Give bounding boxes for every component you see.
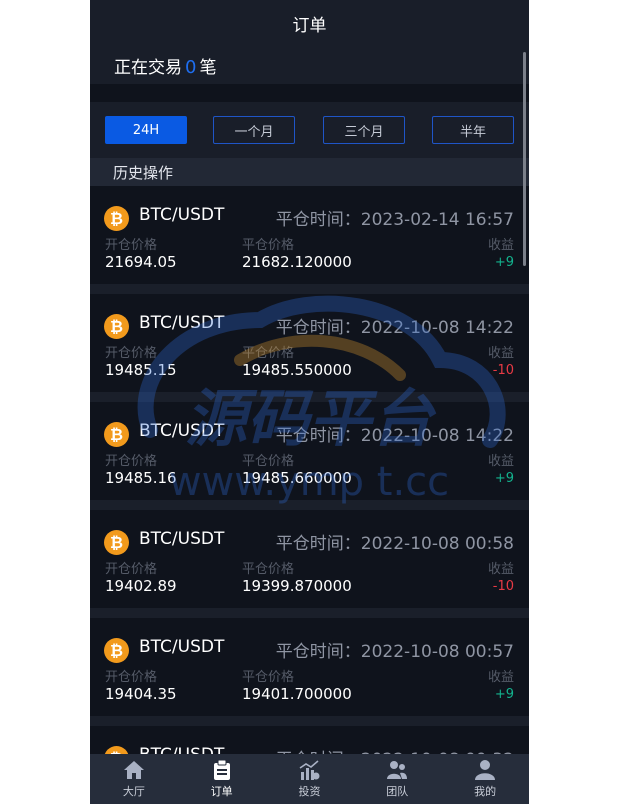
trading-count: 0	[185, 56, 197, 78]
scrollbar[interactable]	[523, 52, 526, 266]
close-price-label: 平仓价格	[242, 562, 295, 577]
close-price-value: 19401.700000	[242, 685, 352, 703]
trading-status: 正在交易 0 笔	[90, 46, 529, 84]
page-title: 订单	[292, 15, 327, 36]
tab-label: 订单	[210, 785, 233, 798]
order-pair: BTC/USDT	[139, 205, 225, 225]
tab-label: 投资	[298, 785, 321, 798]
open-price-label: 开仓价格	[105, 238, 158, 253]
close-price-label: 平仓价格	[242, 454, 295, 469]
close-price-value: 19399.870000	[242, 577, 352, 595]
pnl-label: 收益	[487, 238, 514, 253]
row-separator	[90, 716, 529, 726]
order-pair: BTC/USDT	[139, 421, 225, 441]
investment-chart-icon	[300, 760, 320, 780]
history-section-header: 历史操作	[90, 158, 529, 186]
bottom-tab-bar: 大厅 订单 投资 团队 我的	[90, 754, 529, 804]
pnl-label: 收益	[487, 454, 514, 469]
close-price-value: 19485.550000	[242, 361, 352, 379]
pnl-value: +9	[494, 687, 514, 702]
tab-label: 我的	[474, 785, 497, 798]
tab-team[interactable]: 团队	[353, 754, 441, 804]
filter-halfyear-button[interactable]: 半年	[432, 116, 514, 144]
pnl-value: -10	[492, 579, 514, 594]
close-price-label: 平仓价格	[242, 346, 295, 361]
trading-suffix: 笔	[199, 57, 217, 78]
open-price-label: 开仓价格	[105, 670, 158, 685]
filter-3month-button[interactable]: 三个月	[323, 116, 405, 144]
filter-1month-button[interactable]: 一个月	[213, 116, 295, 144]
order-pair: BTC/USDT	[139, 313, 225, 333]
open-price-label: 开仓价格	[105, 562, 158, 577]
order-row[interactable]: ₿ BTC/USDT 平仓时间：2023-02-14 16:57 开仓价格 平仓…	[90, 186, 529, 294]
close-price-label: 平仓价格	[242, 670, 295, 685]
title-bar: 订单	[90, 0, 529, 46]
order-row[interactable]: ₿ BTC/USDT 平仓时间：2022-10-08 14:22 开仓价格 平仓…	[90, 294, 529, 402]
order-close-time: 平仓时间：2022-10-08 14:22	[275, 426, 514, 446]
history-title: 历史操作	[113, 163, 174, 182]
team-icon	[387, 761, 408, 779]
app-screen: 订单 正在交易 0 笔 24H 一个月 三个月 半年 历史操作 ₿ BTC/USDT…	[90, 0, 529, 804]
open-price-value: 21694.05	[105, 253, 177, 271]
bitcoin-icon: ₿	[104, 638, 129, 663]
tab-lobby[interactable]: 大厅	[90, 754, 178, 804]
row-separator	[90, 500, 529, 510]
trading-prefix: 正在交易	[114, 57, 182, 78]
row-separator	[90, 392, 529, 402]
order-row[interactable]: ₿ BTC/USDT 平仓时间：2022-10-08 00:57 开仓价格 平仓…	[90, 618, 529, 726]
filter-label: 一个月	[234, 124, 274, 140]
filter-label: 半年	[459, 124, 486, 140]
order-row[interactable]: ₿ BTC/USDT 平仓时间：2022-10-08 14:22 开仓价格 平仓…	[90, 402, 529, 510]
pnl-label: 收益	[487, 346, 514, 361]
clipboard-icon	[213, 759, 230, 780]
time-filter-bar: 24H 一个月 三个月 半年	[90, 102, 529, 158]
open-price-value: 19402.89	[105, 577, 177, 595]
order-close-time: 平仓时间：2022-10-08 00:58	[275, 534, 514, 554]
tab-invest[interactable]: 投资	[266, 754, 354, 804]
bitcoin-icon: ₿	[104, 206, 129, 231]
open-price-value: 19404.35	[105, 685, 177, 703]
pnl-label: 收益	[487, 562, 514, 577]
row-separator	[90, 608, 529, 618]
close-price-value: 21682.120000	[242, 253, 352, 271]
divider	[90, 84, 529, 102]
close-price-value: 19485.660000	[242, 469, 352, 487]
tab-mine[interactable]: 我的	[441, 754, 529, 804]
order-close-time: 平仓时间：2023-02-14 16:57	[275, 210, 514, 230]
bitcoin-icon: ₿	[104, 422, 129, 447]
filter-24h-button[interactable]: 24H	[105, 116, 187, 144]
pnl-value: +9	[494, 255, 514, 270]
filter-label: 三个月	[344, 124, 384, 140]
open-price-value: 19485.16	[105, 469, 177, 487]
tab-label: 大厅	[122, 785, 145, 798]
order-row[interactable]: ₿ BTC/USDT 平仓时间：2022-10-08 00:58 开仓价格 平仓…	[90, 510, 529, 618]
open-price-label: 开仓价格	[105, 346, 158, 361]
order-pair: BTC/USDT	[139, 637, 225, 657]
open-price-label: 开仓价格	[105, 454, 158, 469]
open-price-value: 19485.15	[105, 361, 177, 379]
close-price-label: 平仓价格	[242, 238, 295, 253]
row-separator	[90, 284, 529, 294]
pnl-label: 收益	[487, 670, 514, 685]
tab-orders[interactable]: 订单	[178, 754, 266, 804]
order-close-time: 平仓时间：2022-10-08 00:57	[275, 642, 514, 662]
filter-label: 24H	[132, 122, 160, 138]
pnl-value: +9	[494, 471, 514, 486]
tab-label: 团队	[386, 785, 409, 798]
home-icon	[123, 761, 144, 779]
order-close-time: 平仓时间：2022-10-08 14:22	[275, 318, 514, 338]
order-pair: BTC/USDT	[139, 529, 225, 549]
bitcoin-icon: ₿	[104, 530, 129, 555]
pnl-value: -10	[492, 363, 514, 378]
user-icon	[475, 760, 496, 780]
bitcoin-icon: ₿	[104, 314, 129, 339]
